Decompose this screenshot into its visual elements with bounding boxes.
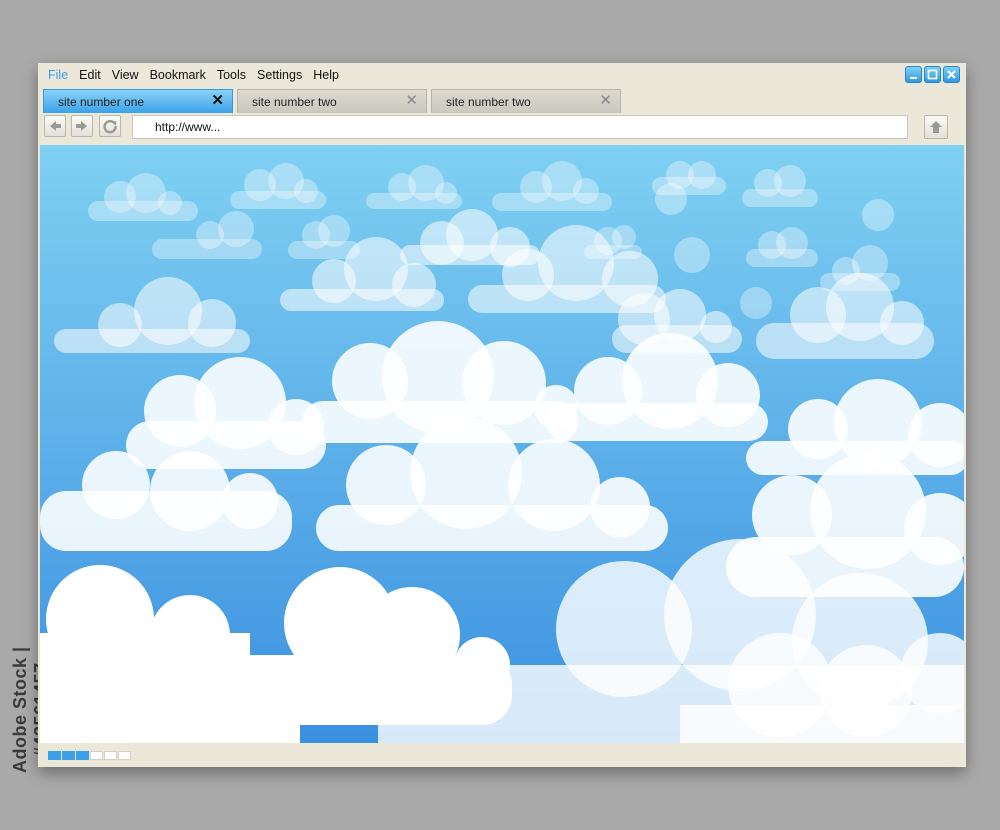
stock-watermark: Adobe Stock | #43561457 (10, 646, 51, 774)
browser-window: File Edit View Bookmark Tools Settings H… (38, 63, 966, 767)
menu-settings[interactable]: Settings (257, 67, 302, 87)
menu-tools[interactable]: Tools (217, 67, 246, 87)
window-controls (905, 66, 960, 83)
cloud (862, 199, 894, 231)
menu-bookmark[interactable]: Bookmark (150, 67, 206, 87)
status-bar (38, 745, 966, 767)
close-button[interactable] (943, 66, 960, 83)
tab-close-icon[interactable]: ✕ (599, 93, 612, 109)
tab-label: site number one (58, 95, 145, 109)
page-content (40, 145, 964, 743)
tab-close-icon[interactable]: ✕ (211, 93, 224, 109)
address-bar[interactable]: http://www... (132, 115, 908, 139)
forward-arrow-icon (76, 121, 87, 131)
progress-segment (90, 751, 103, 760)
loading-progress (48, 751, 131, 760)
menu-edit[interactable]: Edit (79, 67, 101, 87)
reload-button[interactable] (99, 115, 121, 137)
home-icon (930, 121, 942, 133)
maximize-icon (927, 69, 938, 80)
tab-site-two[interactable]: site number two ✕ (237, 89, 427, 113)
menu-help[interactable]: Help (313, 67, 339, 87)
forward-button[interactable] (71, 115, 93, 137)
url-text: http://www... (155, 120, 221, 134)
tab-site-one[interactable]: site number one ✕ (43, 89, 233, 113)
progress-segment (76, 751, 89, 760)
cloud (740, 287, 772, 319)
back-arrow-icon (50, 121, 61, 131)
back-button[interactable] (44, 115, 66, 137)
minimize-icon (910, 77, 917, 79)
close-icon (947, 70, 956, 79)
minimize-button[interactable] (905, 66, 922, 83)
tab-label: site number two (446, 95, 531, 109)
progress-segment (104, 751, 117, 760)
menu-file[interactable]: File (48, 67, 68, 87)
cloud (674, 237, 710, 273)
progress-segment (48, 751, 61, 760)
menu-bar: File Edit View Bookmark Tools Settings H… (38, 67, 340, 87)
tab-close-icon[interactable]: ✕ (405, 93, 418, 109)
sky-illustration (40, 145, 964, 743)
home-button[interactable] (924, 115, 948, 139)
cloud (655, 183, 687, 215)
tab-bar: site number one ✕ site number two ✕ site… (43, 89, 621, 113)
maximize-button[interactable] (924, 66, 941, 83)
progress-segment (118, 751, 131, 760)
tab-site-three[interactable]: site number two ✕ (431, 89, 621, 113)
progress-segment (62, 751, 75, 760)
reload-icon (103, 120, 117, 134)
tab-label: site number two (252, 95, 337, 109)
navigation-bar: http://www... (38, 115, 966, 145)
menu-view[interactable]: View (112, 67, 139, 87)
